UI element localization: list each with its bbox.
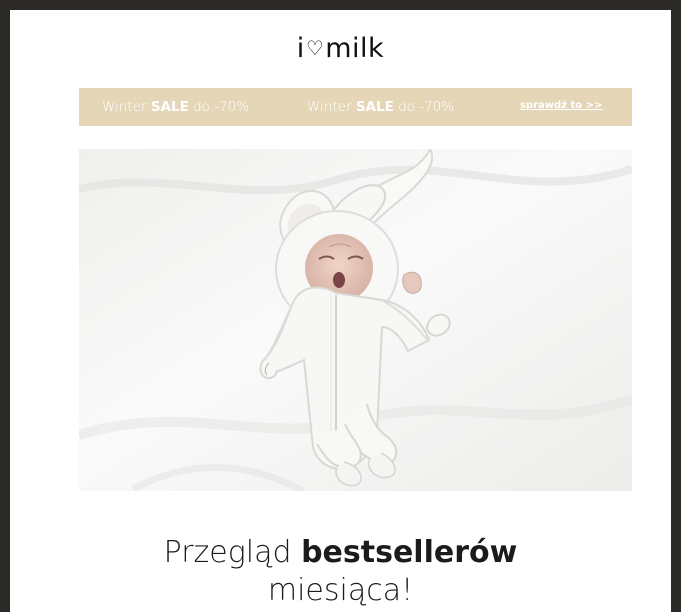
sale-message-2: Winter SALE do -70% [307, 98, 454, 116]
sale-suffix-2: do -70% [393, 99, 455, 115]
headline-line2: miesiąca! [267, 573, 414, 608]
sale-banner[interactable]: Winter SALE do -70% Winter SALE do -70% … [79, 88, 632, 126]
baby-bunny-onesie-image [79, 149, 632, 491]
hero-image[interactable] [79, 149, 632, 491]
sale-bold-2: SALE [355, 99, 394, 115]
brand-logo[interactable]: i♡milk [10, 32, 671, 65]
headline-line1-bold: bestsellerów [301, 535, 518, 570]
newsletter-page: i♡milk Winter SALE do -70% Winter SALE d… [10, 10, 671, 612]
brand-logo-before: i [296, 33, 305, 64]
bestsellers-headline: Przegląd bestsellerów miesiąca! [10, 534, 671, 610]
sale-prefix-1: Winter [102, 99, 151, 115]
brand-logo-after: milk [325, 33, 385, 64]
sale-suffix-1: do -70% [188, 99, 250, 115]
sale-cta-link[interactable]: sprawdź to >> [520, 100, 602, 111]
headline-line1-regular: Przegląd [163, 535, 302, 570]
sale-prefix-2: Winter [307, 99, 356, 115]
heart-icon: ♡ [305, 36, 325, 60]
sale-message-1: Winter SALE do -70% [102, 98, 249, 116]
sale-bold-1: SALE [150, 99, 189, 115]
